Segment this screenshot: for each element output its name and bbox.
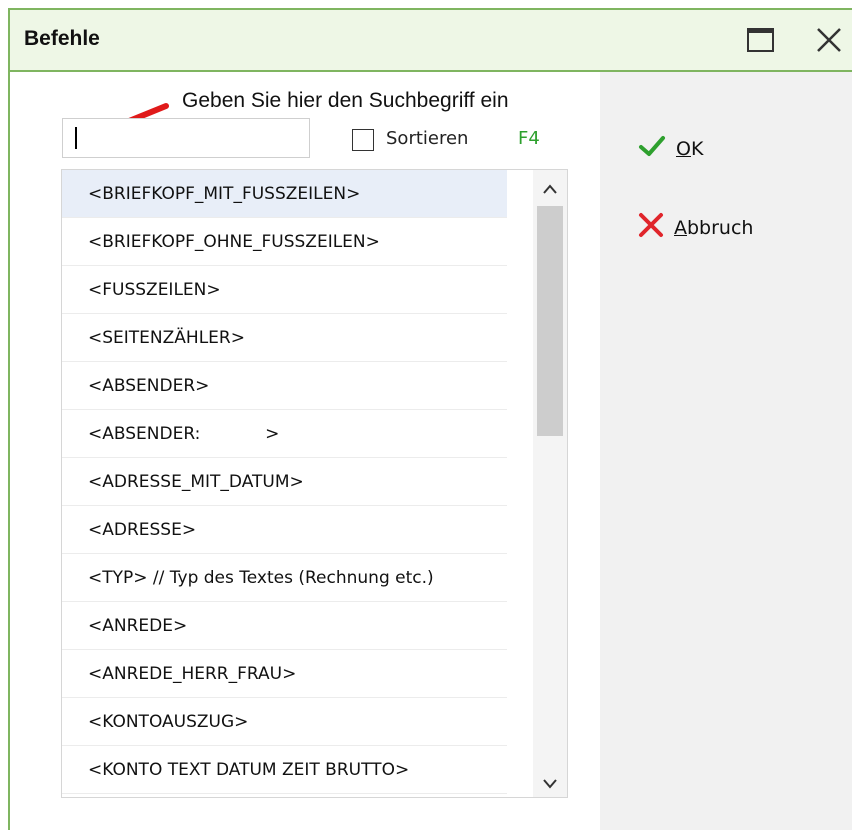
list-item[interactable]: <TYP> // Typ des Textes (Rechnung etc.) [62,554,507,602]
list-item[interactable]: <BRIEFKOPF_OHNE_FUSSZEILEN> [62,218,507,266]
list-item[interactable]: <KONTOAUSZUG> [62,698,507,746]
list-item[interactable]: <SEITENZÄHLER> [62,314,507,362]
button-panel: OK Abbruch [600,72,852,830]
cancel-x-icon [638,212,664,243]
list-item[interactable]: <ANREDE> [62,602,507,650]
sort-label[interactable]: Sortieren [386,128,468,149]
window-title: Befehle [24,27,100,50]
list-item[interactable]: <KONTO TEXT DATUM ZEIT BRUTTO> [62,746,507,794]
main-content: Geben Sie hier den Suchbegriff ein Sorti… [10,72,600,832]
ok-mnemonic: O [676,137,691,160]
title-bar: Befehle [10,10,852,72]
cancel-mnemonic: A [674,216,687,239]
maximize-icon[interactable] [746,26,776,54]
cancel-button[interactable]: Abbruch [638,212,753,243]
command-list[interactable]: <BRIEFKOPF_MIT_FUSSZEILEN> <BRIEFKOPF_OHN… [61,169,568,798]
list-item[interactable]: <ADRESSE> [62,506,507,554]
list-item[interactable]: <FUSSZEILEN> [62,266,507,314]
list-item[interactable]: <ABSENDER> [62,362,507,410]
text-cursor [75,127,77,149]
search-input[interactable] [62,118,310,158]
scroll-up-icon[interactable] [542,180,558,194]
scrollbar[interactable] [533,170,567,797]
list-item[interactable]: <ABSENDER: > [62,410,507,458]
search-hint: Geben Sie hier den Suchbegriff ein [182,89,509,112]
ok-label-rest: K [690,137,704,160]
cancel-label-rest: bbruch [687,216,754,239]
list-item[interactable]: <BRIEFKOPF_MIT_FUSSZEILEN> [62,170,507,218]
scroll-down-icon[interactable] [542,775,558,789]
sort-checkbox[interactable] [352,129,374,151]
ok-button[interactable]: OK [638,134,703,163]
close-icon[interactable] [814,25,844,55]
list-item[interactable]: <ADRESSE_MIT_DATUM> [62,458,507,506]
list-item[interactable]: <ANREDE_HERR_FRAU> [62,650,507,698]
check-icon [638,134,666,163]
befehle-dialog: Befehle Geben Sie hier den Suchbegriff e… [8,8,852,832]
sort-shortcut: F4 [518,128,540,149]
scrollbar-thumb[interactable] [537,206,563,436]
